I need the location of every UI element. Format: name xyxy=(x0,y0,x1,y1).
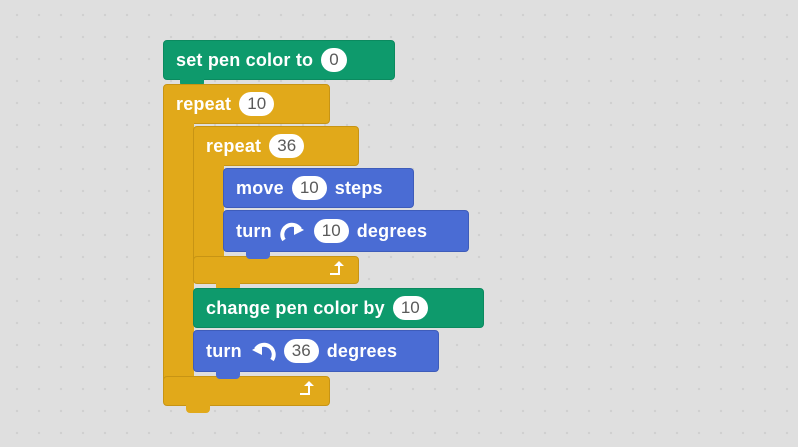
inner-repeat-count-input[interactable]: 36 xyxy=(269,134,305,158)
outer-repeat-label: repeat xyxy=(176,93,232,114)
outer-loop-arrow-icon xyxy=(300,381,314,395)
outer-repeat-arm xyxy=(163,120,194,382)
set-pen-color-label: set pen color to xyxy=(176,49,314,70)
turn-left-degrees-label: degrees xyxy=(326,340,398,361)
move-steps-block[interactable]: move 10 steps xyxy=(223,168,414,208)
turn-left-degrees-input[interactable]: 36 xyxy=(283,339,319,363)
outer-repeat-notch xyxy=(186,405,210,413)
rotate-clockwise-icon xyxy=(280,222,304,242)
turn-left-label: turn xyxy=(206,340,242,361)
change-pen-color-input[interactable]: 10 xyxy=(392,296,428,320)
inner-loop-arrow-icon xyxy=(330,261,344,275)
rotate-counterclockwise-icon xyxy=(251,342,276,362)
turn-right-degrees-label: degrees xyxy=(356,220,428,241)
turn-right-label: turn xyxy=(236,220,272,241)
outer-repeat-block[interactable]: repeat 10 xyxy=(163,84,330,124)
turn-right-notch xyxy=(246,251,270,259)
inner-repeat-label: repeat xyxy=(206,135,262,156)
turn-left-block[interactable]: turn 36 degrees xyxy=(193,330,439,372)
outer-repeat-count-input[interactable]: 10 xyxy=(239,92,275,116)
turn-right-block[interactable]: turn 10 degrees xyxy=(223,210,469,252)
turn-left-notch xyxy=(216,371,240,379)
steps-label: steps xyxy=(334,177,383,198)
inner-repeat-block[interactable]: repeat 36 xyxy=(193,126,359,166)
pen-color-input[interactable]: 0 xyxy=(321,48,347,72)
change-pen-color-label: change pen color by xyxy=(206,297,385,318)
move-label: move xyxy=(236,177,284,198)
inner-repeat-arm xyxy=(193,162,224,262)
turn-right-degrees-input[interactable]: 10 xyxy=(313,219,349,243)
change-pen-color-block[interactable]: change pen color by 10 xyxy=(193,288,484,328)
move-steps-input[interactable]: 10 xyxy=(291,176,327,200)
set-pen-color-block[interactable]: set pen color to 0 xyxy=(163,40,395,80)
